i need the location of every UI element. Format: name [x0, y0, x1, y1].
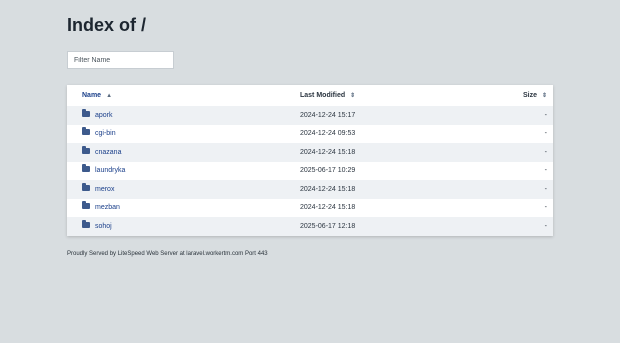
table-row: cgi-bin 2024-12-24 09:53 - [67, 124, 553, 144]
table-row: apork 2024-12-24 15:17 - [67, 106, 553, 125]
last-modified-cell: 2024-12-24 15:18 [300, 148, 356, 156]
size-cell: - [544, 111, 547, 119]
sort-icon[interactable]: ⇕ [350, 93, 355, 99]
name-cell: mezban [67, 199, 300, 218]
last-modified-column-header[interactable]: Last Modified ⇕ [300, 85, 500, 106]
directory-link[interactable]: merox [95, 186, 114, 193]
page-title: Index of / [67, 15, 147, 35]
directory-link[interactable]: cgi-bin [95, 130, 116, 137]
listing-table: Name ▲︎ Last Modified ⇕ Size ⇕ apork 2024-12… [67, 85, 553, 236]
directory-link[interactable]: mezban [95, 204, 120, 211]
name-cell: merox [67, 180, 300, 199]
last-modified-cell: 2024-12-24 15:18 [300, 204, 356, 212]
table-row: laundryka 2025-06-17 10:29 - [67, 161, 553, 181]
sort-icon[interactable]: ▲︎ [106, 93, 112, 99]
server-footer: Proudly Served by LiteSpeed Web Server a… [67, 251, 268, 257]
name-header-label[interactable]: Name [82, 92, 101, 99]
directory-link[interactable]: laundryka [95, 167, 125, 174]
table-header-row: Name ▲︎ Last Modified ⇕ Size ⇕ [67, 85, 553, 106]
last-modified-cell: 2024-12-24 15:18 [300, 185, 356, 193]
size-column-header[interactable]: Size ⇕ [500, 85, 553, 106]
size-cell: - [544, 167, 547, 175]
size-cell: - [544, 185, 547, 193]
directory-link[interactable]: cnazana [95, 149, 121, 156]
size-cell: - [544, 130, 547, 138]
size-cell: - [544, 204, 547, 212]
filter-name-input[interactable] [67, 51, 174, 69]
folder-icon [82, 145, 90, 154]
folder-icon [82, 219, 90, 228]
name-cell: sohoj [67, 217, 300, 236]
folder-icon [82, 127, 90, 136]
last-modified-cell: 2024-12-24 09:53 [300, 130, 356, 138]
table-row: cnazana 2024-12-24 15:18 - [67, 143, 553, 162]
table-row: merox 2024-12-24 15:18 - [67, 180, 553, 199]
name-cell: laundryka [67, 162, 300, 181]
last-modified-cell: 2025-06-17 12:18 [300, 222, 356, 230]
size-cell: - [544, 222, 547, 230]
directory-listing: Name ▲︎ Last Modified ⇕ Size ⇕ apork 2024-12… [67, 85, 553, 236]
last-modified-header-label[interactable]: Last Modified [300, 92, 345, 99]
table-row: sohoj 2025-06-17 12:18 - [67, 217, 553, 236]
folder-icon [82, 182, 90, 191]
directory-link[interactable]: apork [95, 112, 113, 119]
directory-link[interactable]: sohoj [95, 223, 112, 230]
size-cell: - [544, 148, 547, 156]
last-modified-cell: 2024-12-24 15:17 [300, 111, 356, 119]
table-body: apork 2024-12-24 15:17 - cgi-bin 2024-12-24 … [67, 106, 553, 236]
folder-icon [82, 164, 90, 173]
last-modified-cell: 2025-06-17 10:29 [300, 167, 356, 175]
sort-icon[interactable]: ⇕ [542, 93, 547, 99]
folder-icon [82, 201, 90, 210]
name-cell: cgi-bin [67, 125, 300, 144]
folder-icon [82, 108, 90, 117]
size-header-label[interactable]: Size [523, 92, 537, 99]
name-cell: apork [67, 106, 300, 125]
name-column-header[interactable]: Name ▲︎ [67, 85, 300, 106]
name-cell: cnazana [67, 143, 300, 162]
table-row: mezban 2024-12-24 15:18 - [67, 198, 553, 218]
